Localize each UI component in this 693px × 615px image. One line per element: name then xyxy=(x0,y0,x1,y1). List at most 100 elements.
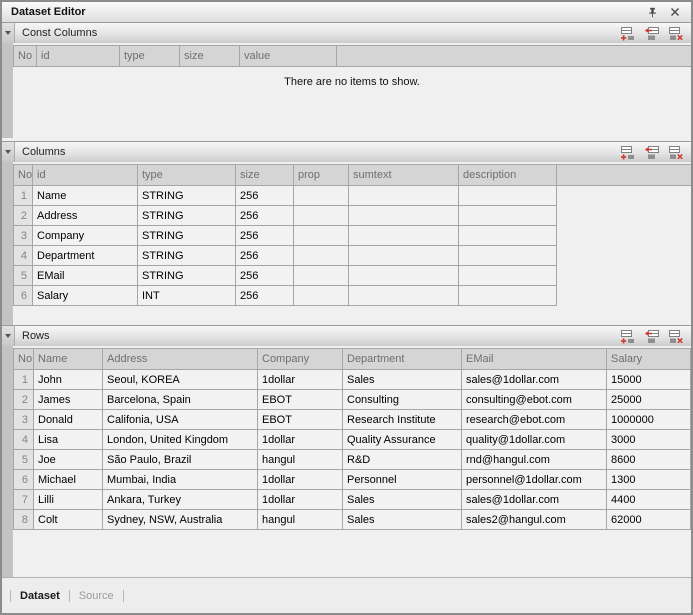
data-cell[interactable] xyxy=(459,226,557,246)
data-cell[interactable]: 256 xyxy=(236,286,294,306)
column-header-prop[interactable]: prop xyxy=(294,165,349,186)
column-header-size[interactable]: size xyxy=(236,165,294,186)
data-cell[interactable] xyxy=(459,246,557,266)
tab-source[interactable]: Source xyxy=(79,590,114,602)
data-cell[interactable]: Sydney, NSW, Australia xyxy=(103,510,258,530)
data-cell[interactable]: 1300 xyxy=(607,470,691,490)
data-cell[interactable] xyxy=(349,226,459,246)
data-cell[interactable]: 4400 xyxy=(607,490,691,510)
column-header-size[interactable]: size xyxy=(180,46,240,67)
data-cell[interactable]: James xyxy=(34,390,103,410)
data-cell[interactable]: 25000 xyxy=(607,390,691,410)
data-cell[interactable]: sales@1dollar.com xyxy=(462,490,607,510)
insert-item-button[interactable] xyxy=(644,26,660,41)
data-cell[interactable]: 3000 xyxy=(607,430,691,450)
data-cell[interactable]: Califonia, USA xyxy=(103,410,258,430)
data-cell[interactable]: Seoul, KOREA xyxy=(103,370,258,390)
data-cell[interactable]: 256 xyxy=(236,226,294,246)
data-cell[interactable]: Research Institute xyxy=(343,410,462,430)
data-cell[interactable]: 8600 xyxy=(607,450,691,470)
column-header-value[interactable]: value xyxy=(240,46,337,67)
data-cell[interactable]: research@ebot.com xyxy=(462,410,607,430)
data-cell[interactable] xyxy=(459,206,557,226)
data-cell[interactable]: 256 xyxy=(236,246,294,266)
section-header-rows[interactable]: Rows xyxy=(2,325,691,346)
add-item-button[interactable] xyxy=(620,329,636,344)
data-cell[interactable]: consulting@ebot.com xyxy=(462,390,607,410)
data-cell[interactable]: STRING xyxy=(138,246,236,266)
data-cell[interactable]: Michael xyxy=(34,470,103,490)
data-cell[interactable] xyxy=(459,286,557,306)
data-cell[interactable]: Donald xyxy=(34,410,103,430)
data-cell[interactable] xyxy=(294,226,349,246)
data-cell[interactable]: London, United Kingdom xyxy=(103,430,258,450)
data-cell[interactable] xyxy=(349,206,459,226)
data-cell[interactable]: STRING xyxy=(138,206,236,226)
add-item-button[interactable] xyxy=(620,145,636,160)
data-cell[interactable] xyxy=(294,206,349,226)
tab-dataset[interactable]: Dataset xyxy=(20,590,60,602)
delete-item-button[interactable] xyxy=(668,329,684,344)
data-cell[interactable]: São Paulo, Brazil xyxy=(103,450,258,470)
data-cell[interactable] xyxy=(349,186,459,206)
data-cell[interactable] xyxy=(459,186,557,206)
data-cell[interactable] xyxy=(459,266,557,286)
data-cell[interactable]: Salary xyxy=(33,286,138,306)
column-header-company[interactable]: Company xyxy=(258,349,343,370)
data-cell[interactable]: 62000 xyxy=(607,510,691,530)
column-header-no[interactable]: No xyxy=(14,165,33,186)
data-cell[interactable]: EMail xyxy=(33,266,138,286)
data-cell[interactable]: Lilli xyxy=(34,490,103,510)
data-cell[interactable]: Lisa xyxy=(34,430,103,450)
data-cell[interactable]: hangul xyxy=(258,510,343,530)
data-cell[interactable]: Name xyxy=(33,186,138,206)
column-header-id[interactable]: id xyxy=(37,46,120,67)
data-cell[interactable]: Barcelona, Spain xyxy=(103,390,258,410)
data-cell[interactable] xyxy=(294,186,349,206)
data-cell[interactable]: Ankara, Turkey xyxy=(103,490,258,510)
column-header-type[interactable]: type xyxy=(120,46,180,67)
data-cell[interactable]: EBOT xyxy=(258,390,343,410)
section-header-const-columns[interactable]: Const Columns xyxy=(2,22,691,43)
data-cell[interactable]: 256 xyxy=(236,266,294,286)
data-cell[interactable]: 1dollar xyxy=(258,470,343,490)
data-cell[interactable]: 256 xyxy=(236,186,294,206)
column-header-salary[interactable]: Salary xyxy=(607,349,691,370)
column-header-address[interactable]: Address xyxy=(103,349,258,370)
data-cell[interactable]: 1dollar xyxy=(258,490,343,510)
data-cell[interactable]: 1dollar xyxy=(258,370,343,390)
delete-item-button[interactable] xyxy=(668,26,684,41)
data-cell[interactable]: Company xyxy=(33,226,138,246)
data-cell[interactable]: Department xyxy=(33,246,138,266)
data-cell[interactable] xyxy=(294,246,349,266)
data-cell[interactable]: STRING xyxy=(138,226,236,246)
column-header-description[interactable]: description xyxy=(459,165,557,186)
column-header-sumtext[interactable]: sumtext xyxy=(349,165,459,186)
section-header-columns[interactable]: Columns xyxy=(2,141,691,162)
close-button[interactable] xyxy=(667,5,682,20)
insert-item-button[interactable] xyxy=(644,145,660,160)
data-cell[interactable]: personnel@1dollar.com xyxy=(462,470,607,490)
data-cell[interactable]: hangul xyxy=(258,450,343,470)
data-cell[interactable]: 1000000 xyxy=(607,410,691,430)
data-cell[interactable]: sales2@hangul.com xyxy=(462,510,607,530)
column-header-no[interactable]: No xyxy=(14,46,37,67)
data-cell[interactable]: Mumbai, India xyxy=(103,470,258,490)
column-header-department[interactable]: Department xyxy=(343,349,462,370)
data-cell[interactable]: Quality Assurance xyxy=(343,430,462,450)
data-cell[interactable]: Address xyxy=(33,206,138,226)
data-cell[interactable]: Consulting xyxy=(343,390,462,410)
data-cell[interactable]: Personnel xyxy=(343,470,462,490)
data-cell[interactable]: sales@1dollar.com xyxy=(462,370,607,390)
data-cell[interactable]: INT xyxy=(138,286,236,306)
data-cell[interactable]: Sales xyxy=(343,370,462,390)
collapse-toggle[interactable] xyxy=(2,23,15,43)
column-header-type[interactable]: type xyxy=(138,165,236,186)
data-cell[interactable]: 256 xyxy=(236,206,294,226)
column-header-no[interactable]: No xyxy=(14,349,34,370)
collapse-toggle[interactable] xyxy=(2,142,15,162)
data-cell[interactable]: 15000 xyxy=(607,370,691,390)
data-cell[interactable]: Colt xyxy=(34,510,103,530)
delete-item-button[interactable] xyxy=(668,145,684,160)
add-item-button[interactable] xyxy=(620,26,636,41)
